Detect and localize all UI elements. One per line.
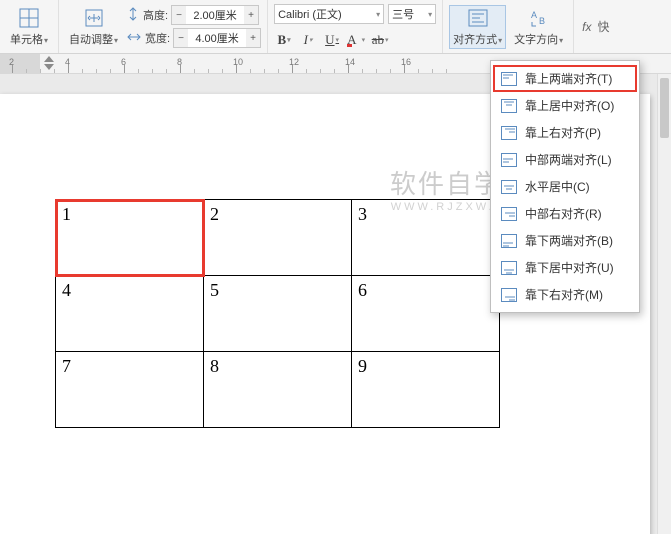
caret-icon: ▾ bbox=[114, 36, 118, 45]
highlight-button[interactable]: ab▾ bbox=[370, 31, 390, 49]
autofit-label: 自动调整 bbox=[69, 34, 113, 46]
cell-button[interactable]: 单元格▾ bbox=[6, 5, 52, 49]
table-cell[interactable]: 9 bbox=[352, 352, 500, 428]
caret-icon: ▾ bbox=[428, 10, 432, 19]
align-menu-item[interactable]: 靠上两端对齐(T) bbox=[493, 65, 637, 92]
spin-minus[interactable]: − bbox=[172, 6, 186, 24]
group-autofit: 自动调整▾ 高度: − 2.00厘米 + 宽度: − 4.00厘米 + bbox=[59, 0, 268, 53]
align-menu-label: 靠上右对齐(P) bbox=[525, 124, 601, 141]
spin-plus[interactable]: + bbox=[244, 6, 258, 24]
autofit-button[interactable]: 自动调整▾ bbox=[65, 5, 122, 49]
align-menu-label: 水平居中(C) bbox=[525, 178, 590, 195]
align-option-icon bbox=[501, 72, 517, 86]
align-menu-label: 靠上两端对齐(T) bbox=[525, 70, 612, 87]
align-menu-label: 靠下居中对齐(U) bbox=[525, 259, 614, 276]
table-row: 789 bbox=[56, 352, 500, 428]
align-option-icon bbox=[501, 99, 517, 113]
table-cell[interactable]: 4 bbox=[56, 276, 204, 352]
align-menu-label: 中部右对齐(R) bbox=[525, 205, 602, 222]
align-menu-label: 中部两端对齐(L) bbox=[525, 151, 612, 168]
align-option-icon bbox=[501, 126, 517, 140]
table-cell[interactable]: 3 bbox=[352, 200, 500, 276]
align-menu-item[interactable]: 靠下右对齐(M) bbox=[493, 281, 637, 308]
group-cell: 单元格▾ bbox=[0, 0, 59, 53]
ribbon-toolbar: 单元格▾ 自动调整▾ 高度: − 2.00厘米 + 宽度: bbox=[0, 0, 671, 54]
italic-button[interactable]: I▾ bbox=[298, 31, 318, 49]
cell-icon bbox=[18, 7, 40, 29]
align-menu-label: 靠上居中对齐(O) bbox=[525, 97, 614, 114]
group-align: 对齐方式▾ AB 文字方向▾ bbox=[443, 0, 574, 53]
width-label: 宽度: bbox=[145, 30, 170, 46]
align-button[interactable]: 对齐方式▾ bbox=[449, 5, 506, 49]
ruler-number: 12 bbox=[289, 57, 299, 67]
ruler-number: 14 bbox=[345, 57, 355, 67]
align-option-icon bbox=[501, 234, 517, 248]
table-cell[interactable]: 7 bbox=[56, 352, 204, 428]
width-icon bbox=[126, 30, 142, 47]
table-row: 456 bbox=[56, 276, 500, 352]
group-formula: fx 快 bbox=[574, 0, 617, 53]
fx-side[interactable]: 快 bbox=[597, 18, 609, 35]
table-cell[interactable]: 2 bbox=[204, 200, 352, 276]
height-spinner[interactable]: − 2.00厘米 + bbox=[171, 5, 259, 25]
caret-icon: ▾ bbox=[44, 36, 48, 45]
bold-button[interactable]: B▾ bbox=[274, 31, 294, 49]
align-menu-item[interactable]: 靠下居中对齐(U) bbox=[493, 254, 637, 281]
align-menu-label: 靠下右对齐(M) bbox=[525, 286, 603, 303]
scrollbar-thumb[interactable] bbox=[660, 78, 669, 138]
font-name-select[interactable]: Calibri (正文) ▾ bbox=[274, 4, 384, 24]
align-menu-item[interactable]: 靠上居中对齐(O) bbox=[493, 92, 637, 119]
table-cell[interactable]: 5 bbox=[204, 276, 352, 352]
fx-label[interactable]: fx bbox=[582, 20, 591, 34]
ruler-number: 16 bbox=[401, 57, 411, 67]
font-name-value: Calibri (正文) bbox=[278, 6, 342, 22]
table-cell[interactable]: 1 bbox=[56, 200, 204, 276]
font-color-button[interactable]: A▾ bbox=[346, 31, 366, 49]
align-menu-item[interactable]: 水平居中(C) bbox=[493, 173, 637, 200]
height-icon bbox=[126, 6, 140, 25]
textdir-button[interactable]: AB 文字方向▾ bbox=[510, 5, 567, 49]
ruler-number: 10 bbox=[233, 57, 243, 67]
height-value: 2.00厘米 bbox=[186, 7, 244, 23]
table-row: 123 bbox=[56, 200, 500, 276]
vertical-scrollbar[interactable] bbox=[657, 74, 671, 534]
align-menu-item[interactable]: 靠上右对齐(P) bbox=[493, 119, 637, 146]
document-table[interactable]: 123456789 bbox=[55, 199, 500, 428]
autofit-icon bbox=[83, 7, 105, 29]
underline-button[interactable]: U▾ bbox=[322, 31, 342, 49]
align-menu-label: 靠下两端对齐(B) bbox=[525, 232, 613, 249]
align-label: 对齐方式 bbox=[453, 34, 497, 46]
font-size-value: 三号 bbox=[392, 6, 414, 22]
align-option-icon bbox=[501, 261, 517, 275]
align-menu-item[interactable]: 靠下两端对齐(B) bbox=[493, 227, 637, 254]
svg-text:A: A bbox=[531, 10, 537, 20]
align-dropdown: 靠上两端对齐(T) 靠上居中对齐(O) 靠上右对齐(P) 中部两端对齐(L) 水平居中(… bbox=[490, 60, 640, 313]
caret-icon: ▾ bbox=[376, 10, 380, 19]
indent-marker-top[interactable] bbox=[44, 56, 54, 62]
align-option-icon bbox=[501, 288, 517, 302]
cell-label: 单元格 bbox=[10, 34, 43, 46]
table-cell[interactable]: 6 bbox=[352, 276, 500, 352]
textdir-label: 文字方向 bbox=[514, 34, 558, 46]
group-font: Calibri (正文) ▾ 三号 ▾ B▾ I▾ U▾ A▾ ab▾ bbox=[268, 0, 443, 53]
textdir-icon: AB bbox=[528, 7, 550, 29]
size-controls: 高度: − 2.00厘米 + 宽度: − 4.00厘米 + bbox=[126, 5, 261, 48]
align-option-icon bbox=[501, 207, 517, 221]
svg-text:B: B bbox=[539, 16, 545, 26]
align-menu-item[interactable]: 中部两端对齐(L) bbox=[493, 146, 637, 173]
align-option-icon bbox=[501, 153, 517, 167]
height-label: 高度: bbox=[143, 7, 168, 23]
table-cell[interactable]: 8 bbox=[204, 352, 352, 428]
align-option-icon bbox=[501, 180, 517, 194]
align-menu-item[interactable]: 中部右对齐(R) bbox=[493, 200, 637, 227]
font-size-select[interactable]: 三号 ▾ bbox=[388, 4, 436, 24]
width-spinner[interactable]: − 4.00厘米 + bbox=[173, 28, 261, 48]
indent-marker-bottom[interactable] bbox=[44, 64, 54, 70]
align-icon bbox=[467, 7, 489, 29]
width-value: 4.00厘米 bbox=[188, 30, 246, 46]
spin-minus[interactable]: − bbox=[174, 29, 188, 47]
spin-plus[interactable]: + bbox=[246, 29, 260, 47]
